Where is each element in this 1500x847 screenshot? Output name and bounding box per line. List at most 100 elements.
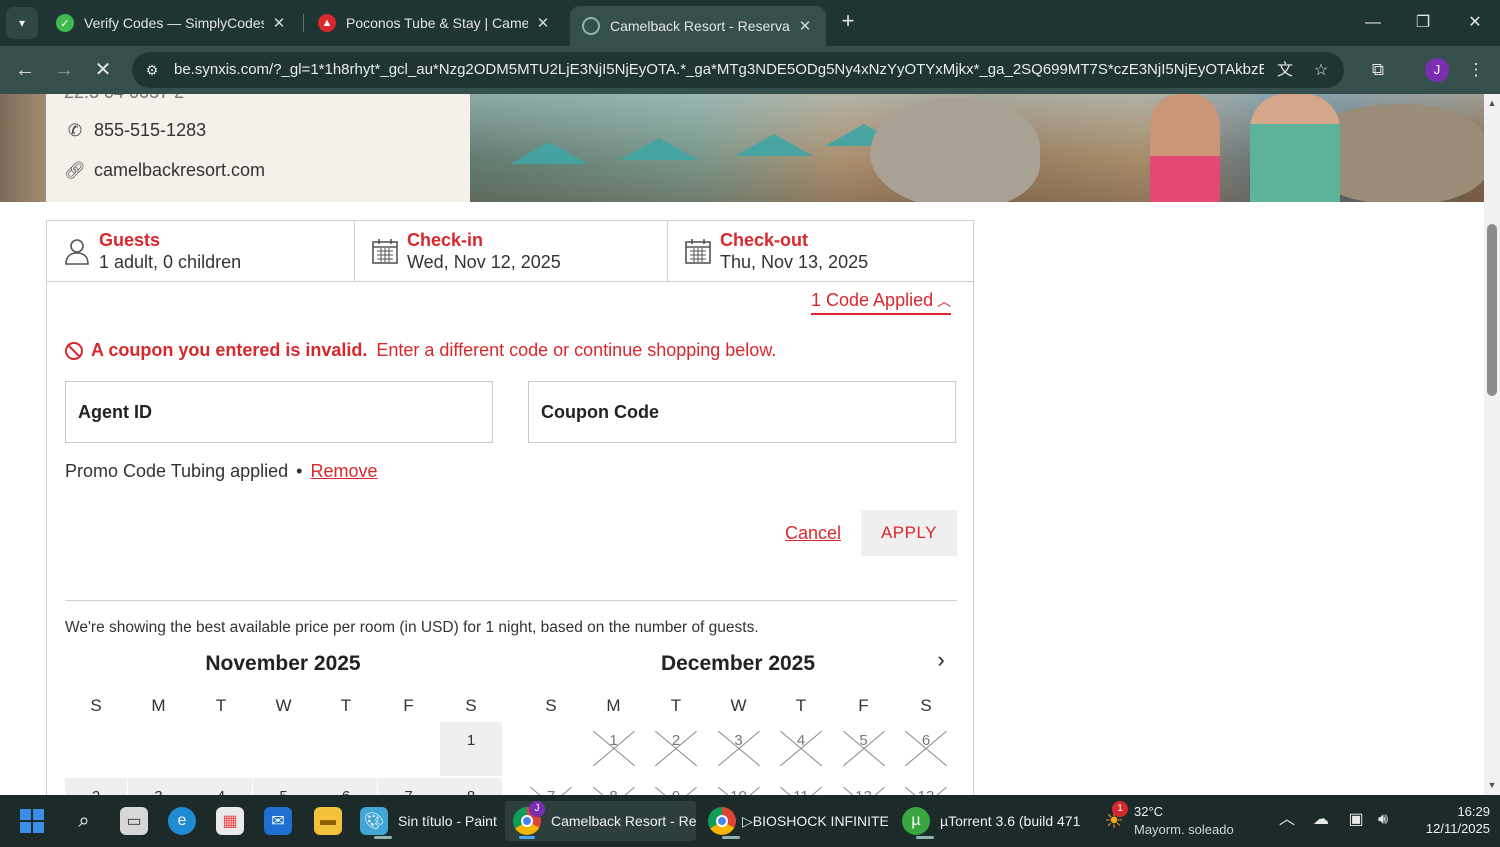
calendar-day[interactable]: 1 bbox=[440, 722, 502, 776]
error-detail: Enter a different code or continue shopp… bbox=[376, 340, 777, 360]
section-divider bbox=[65, 600, 957, 601]
taskbar-paint[interactable]: 🎨︎ Sin título - Paint bbox=[360, 801, 500, 841]
phone-icon: ✆ bbox=[67, 120, 83, 140]
taskbar-chrome-camelback[interactable]: Camelback Resort - Res J bbox=[505, 801, 696, 841]
start-button[interactable] bbox=[18, 801, 46, 841]
extensions-puzzle-icon[interactable]: ⧉ bbox=[1366, 58, 1390, 82]
website-link[interactable]: camelbackresort.com bbox=[94, 160, 265, 181]
profile-avatar[interactable]: J bbox=[1425, 58, 1449, 82]
checkin-value: Wed, Nov 12, 2025 bbox=[407, 252, 561, 272]
cancel-link[interactable]: Cancel bbox=[785, 523, 841, 544]
calendar-icon bbox=[684, 237, 712, 265]
taskbar-file-explorer[interactable]: ▬ bbox=[314, 801, 342, 841]
coupon-code-field[interactable] bbox=[528, 381, 956, 443]
taskbar-store[interactable]: ▦ bbox=[216, 801, 244, 841]
agent-id-input[interactable] bbox=[66, 382, 492, 442]
new-tab-button[interactable]: + bbox=[836, 10, 860, 34]
chrome-menu-icon[interactable]: ⋮ bbox=[1464, 58, 1488, 82]
scroll-up-arrow-icon[interactable]: ▲ bbox=[1484, 98, 1500, 108]
guests-selector[interactable]: Guests 1 adult, 0 children bbox=[47, 221, 355, 281]
back-arrow-icon[interactable]: ← bbox=[11, 56, 39, 84]
site-info-icon[interactable]: ⚙ bbox=[142, 60, 162, 80]
checkout-value: Thu, Nov 13, 2025 bbox=[720, 252, 869, 272]
taskbar-edge[interactable]: e bbox=[168, 801, 196, 841]
contact-website[interactable]: 🔗︎ camelbackresort.com bbox=[64, 160, 265, 181]
system-clock[interactable]: 16:29 12/11/2025 bbox=[1404, 803, 1490, 837]
calendar-day: 2 bbox=[645, 722, 707, 776]
taskbar-outlook[interactable]: ✉ bbox=[264, 801, 292, 841]
stop-loading-icon[interactable]: ✕ bbox=[89, 56, 117, 84]
resort-contact-panel: 22:3 04 0037 2 ✆ 855-515-1283 🔗︎ camelba… bbox=[46, 94, 470, 202]
tab-title: Poconos Tube & Stay | Camelback bbox=[346, 15, 528, 31]
taskbar-chrome-bioshock[interactable]: ▷BIOSHOCK INFINITE ( bbox=[708, 801, 888, 841]
taskbar-search[interactable]: ⌕ bbox=[70, 801, 98, 841]
tab-camelback-reservations[interactable]: Camelback Resort - Reservations ✕ bbox=[570, 6, 826, 46]
calendar-day[interactable]: 8 bbox=[440, 778, 502, 795]
close-tab-icon[interactable]: ✕ bbox=[534, 14, 552, 32]
page-scrollbar[interactable]: ▲ ▼ bbox=[1484, 94, 1500, 795]
close-tab-icon[interactable]: ✕ bbox=[270, 14, 288, 32]
calendar-icon bbox=[371, 237, 399, 265]
cloud-offline-icon[interactable]: ☁ bbox=[1310, 809, 1332, 831]
calendar-day[interactable]: 5 bbox=[252, 778, 315, 795]
weekday-header: M bbox=[606, 696, 621, 715]
tab-verify-codes[interactable]: ✓ Verify Codes — SimplyCodes ✕ bbox=[44, 6, 300, 40]
tab-search-chevron-icon[interactable]: ▾ bbox=[6, 7, 38, 39]
taskbar-task-view[interactable]: ▭ bbox=[120, 801, 148, 841]
next-month-chevron-icon[interactable]: › bbox=[929, 646, 953, 674]
bookmark-star-icon[interactable]: ☆ bbox=[1310, 60, 1332, 82]
calendar-day[interactable]: 4 bbox=[190, 778, 252, 795]
tab-poconos-tube[interactable]: ▲ Poconos Tube & Stay | Camelback ✕ bbox=[306, 6, 564, 40]
codes-applied-toggle[interactable]: 1 Code Applied ︿ bbox=[811, 290, 952, 315]
rock-shape bbox=[870, 98, 1040, 202]
calendar-day[interactable]: 6 bbox=[315, 778, 377, 795]
remove-promo-link[interactable]: Remove bbox=[310, 461, 377, 481]
phone-number[interactable]: 855-515-1283 bbox=[94, 120, 206, 141]
apply-button[interactable]: APPLY bbox=[861, 510, 957, 556]
volume-icon[interactable]: 🔊︎ bbox=[1372, 809, 1394, 831]
scrollbar-thumb[interactable] bbox=[1487, 224, 1497, 396]
weekday-header: T bbox=[215, 696, 227, 715]
agent-id-field[interactable] bbox=[65, 381, 493, 443]
camelback-favicon-icon: ▲ bbox=[318, 14, 336, 32]
contact-partial-line: 22:3 04 0037 2 bbox=[64, 94, 184, 103]
show-hidden-icons-chevron-icon[interactable]: ︿ bbox=[1276, 809, 1298, 831]
checkout-selector[interactable]: Check-out Thu, Nov 13, 2025 bbox=[668, 221, 973, 281]
calendar-day[interactable]: 7 bbox=[377, 778, 440, 795]
weather-widget[interactable]: ☀ 1 32°C Mayorm. soleado bbox=[1100, 801, 1234, 841]
calendar-day: 10 bbox=[708, 778, 770, 795]
calendar-day[interactable]: 3 bbox=[127, 778, 190, 795]
weekday-header: T bbox=[795, 696, 807, 715]
umbrella-shape bbox=[735, 134, 813, 156]
simplycodes-favicon-icon: ✓ bbox=[56, 14, 74, 32]
coupon-code-input[interactable] bbox=[529, 382, 955, 442]
close-tab-icon[interactable]: ✕ bbox=[796, 17, 814, 35]
paint-icon: 🎨︎ bbox=[360, 807, 388, 835]
calendar-day: 12 bbox=[833, 778, 895, 795]
network-icon[interactable]: ▣ bbox=[1345, 809, 1367, 831]
address-bar[interactable]: ⚙ be.synxis.com/?_gl=1*1h8rhyt*_gcl_au*N… bbox=[132, 52, 1344, 88]
pricing-note: We're showing the best available price p… bbox=[65, 619, 759, 636]
url-text[interactable]: be.synxis.com/?_gl=1*1h8rhyt*_gcl_au*Nzg… bbox=[174, 61, 1264, 78]
taskbar-utorrent[interactable]: µ µTorrent 3.6 (build 471 bbox=[902, 801, 1082, 841]
minimize-window-icon[interactable]: — bbox=[1350, 8, 1396, 38]
browser-toolbar: ← → ✕ ⚙ be.synxis.com/?_gl=1*1h8rhyt*_gc… bbox=[0, 46, 1500, 94]
checkin-selector[interactable]: Check-in Wed, Nov 12, 2025 bbox=[355, 221, 668, 281]
checkin-label: Check-in bbox=[407, 230, 484, 250]
tab-title: Verify Codes — SimplyCodes bbox=[84, 15, 264, 31]
separator-dot: • bbox=[296, 461, 303, 481]
calendar-day: 8 bbox=[583, 778, 645, 795]
close-window-icon[interactable]: ✕ bbox=[1452, 8, 1498, 38]
scroll-down-arrow-icon[interactable]: ▼ bbox=[1484, 780, 1500, 790]
prohibited-icon bbox=[65, 341, 83, 360]
weekday-header: F bbox=[403, 696, 414, 715]
contact-phone[interactable]: ✆ 855-515-1283 bbox=[64, 120, 206, 141]
weekday-header: S bbox=[920, 696, 932, 715]
calendar-day[interactable]: 2 bbox=[65, 778, 127, 795]
folder-icon: ▬ bbox=[314, 807, 342, 835]
translate-icon[interactable]: 文 bbox=[1274, 60, 1296, 82]
forward-arrow-icon[interactable]: → bbox=[50, 56, 78, 84]
tab-separator bbox=[303, 14, 304, 32]
clock-time: 16:29 bbox=[1457, 804, 1490, 819]
restore-window-icon[interactable]: ❐ bbox=[1400, 8, 1446, 38]
